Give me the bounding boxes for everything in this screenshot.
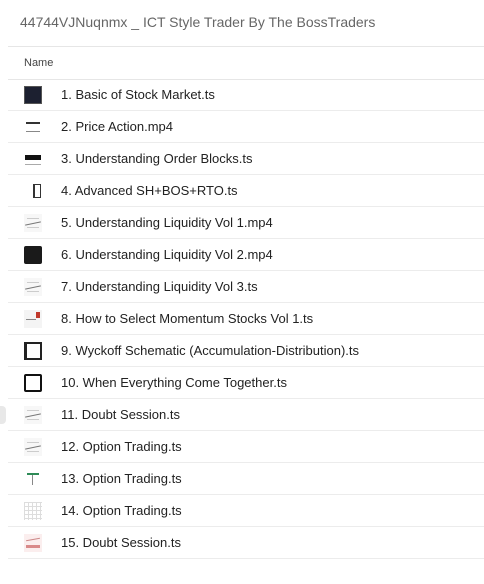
- file-name[interactable]: 8. How to Select Momentum Stocks Vol 1.t…: [61, 310, 313, 328]
- file-list: 1. Basic of Stock Market.ts 2. Price Acti…: [8, 79, 484, 559]
- video-thumbnail-icon: [24, 310, 42, 328]
- file-row[interactable]: 11. Doubt Session.ts: [8, 399, 484, 431]
- video-thumbnail-icon: [24, 246, 42, 264]
- file-name[interactable]: 7. Understanding Liquidity Vol 3.ts: [61, 278, 258, 296]
- file-row[interactable]: 1. Basic of Stock Market.ts: [8, 79, 484, 111]
- file-row[interactable]: 4. Advanced SH+BOS+RTO.ts: [8, 175, 484, 207]
- file-name[interactable]: 6. Understanding Liquidity Vol 2.mp4: [61, 246, 273, 264]
- file-row[interactable]: 5. Understanding Liquidity Vol 1.mp4: [8, 207, 484, 239]
- file-name[interactable]: 10. When Everything Come Together.ts: [61, 374, 287, 392]
- file-row[interactable]: 6. Understanding Liquidity Vol 2.mp4: [8, 239, 484, 271]
- video-thumbnail-icon: [24, 406, 42, 424]
- video-thumbnail-icon: [24, 278, 42, 296]
- file-name[interactable]: 11. Doubt Session.ts: [61, 406, 180, 424]
- file-name[interactable]: 4. Advanced SH+BOS+RTO.ts: [61, 182, 238, 200]
- file-row[interactable]: 13. Option Trading.ts: [8, 463, 484, 495]
- file-name[interactable]: 13. Option Trading.ts: [61, 470, 182, 488]
- video-thumbnail-icon: [24, 374, 42, 392]
- video-thumbnail-icon: [24, 86, 42, 104]
- file-row[interactable]: 8. How to Select Momentum Stocks Vol 1.t…: [8, 303, 484, 335]
- video-thumbnail-icon: [24, 502, 42, 520]
- column-header-name[interactable]: Name: [24, 57, 53, 69]
- video-thumbnail-icon: [24, 438, 42, 456]
- file-name[interactable]: 5. Understanding Liquidity Vol 1.mp4: [61, 214, 273, 232]
- video-thumbnail-icon: [24, 214, 42, 232]
- folder-title: 44744VJNuqnmx _ ICT Style Trader By The …: [20, 14, 376, 30]
- file-row[interactable]: 7. Understanding Liquidity Vol 3.ts: [8, 271, 484, 303]
- file-name[interactable]: 15. Doubt Session.ts: [61, 534, 181, 552]
- file-row[interactable]: 15. Doubt Session.ts: [8, 527, 484, 559]
- file-name[interactable]: 2. Price Action.mp4: [61, 118, 173, 136]
- file-row[interactable]: 12. Option Trading.ts: [8, 431, 484, 463]
- file-row[interactable]: 9. Wyckoff Schematic (Accumulation-Distr…: [8, 335, 484, 367]
- video-thumbnail-icon: [24, 150, 42, 168]
- video-thumbnail-icon: [24, 118, 42, 136]
- file-name[interactable]: 9. Wyckoff Schematic (Accumulation-Distr…: [61, 342, 359, 360]
- video-thumbnail-icon: [24, 182, 42, 200]
- file-name[interactable]: 3. Understanding Order Blocks.ts: [61, 150, 252, 168]
- side-panel-handle[interactable]: [0, 406, 6, 424]
- file-row[interactable]: 14. Option Trading.ts: [8, 495, 484, 527]
- file-name[interactable]: 1. Basic of Stock Market.ts: [61, 86, 215, 104]
- video-thumbnail-icon: [24, 534, 42, 552]
- video-thumbnail-icon: [24, 470, 42, 488]
- file-row[interactable]: 10. When Everything Come Together.ts: [8, 367, 484, 399]
- file-name[interactable]: 12. Option Trading.ts: [61, 438, 182, 456]
- file-row[interactable]: 3. Understanding Order Blocks.ts: [8, 143, 484, 175]
- column-header-row: Name: [8, 46, 484, 80]
- file-row[interactable]: 2. Price Action.mp4: [8, 111, 484, 143]
- file-name[interactable]: 14. Option Trading.ts: [61, 502, 182, 520]
- video-thumbnail-icon: [24, 342, 42, 360]
